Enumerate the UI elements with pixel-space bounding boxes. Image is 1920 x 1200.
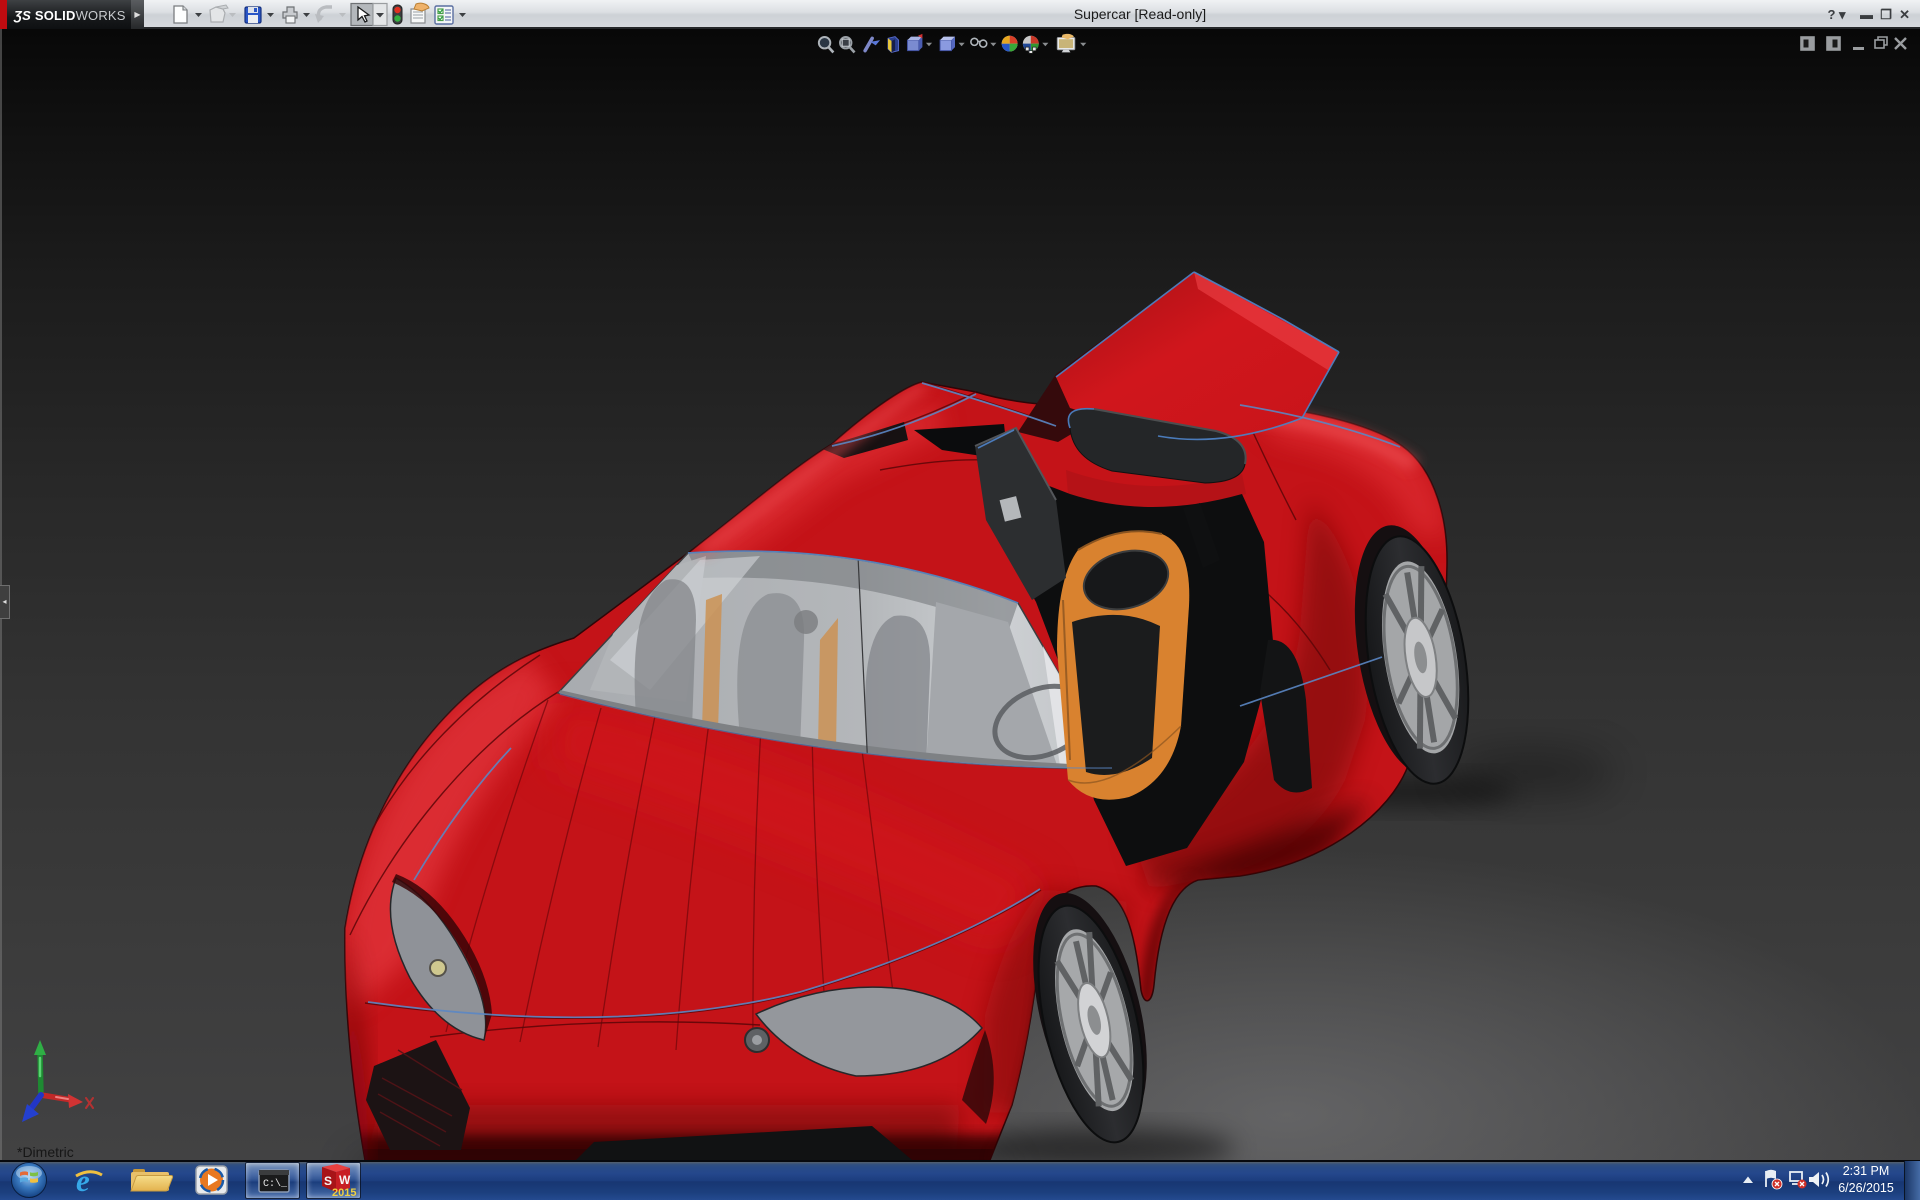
svg-text:2015: 2015 bbox=[332, 1187, 356, 1199]
svg-text:S: S bbox=[324, 1174, 332, 1188]
svg-text:e: e bbox=[76, 1163, 90, 1198]
svg-text:W: W bbox=[339, 1173, 351, 1187]
svg-text:C:\_: C:\_ bbox=[263, 1178, 288, 1190]
